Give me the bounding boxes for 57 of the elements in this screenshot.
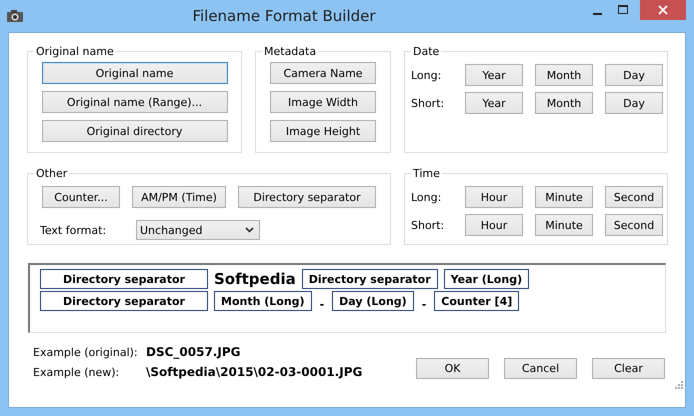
format-button[interactable]: Original name bbox=[42, 62, 228, 84]
camera-icon bbox=[6, 9, 24, 23]
group-title: Original name bbox=[35, 45, 115, 58]
group-title: Time bbox=[412, 167, 441, 180]
close-icon bbox=[658, 5, 668, 15]
resize-grip-icon bbox=[675, 381, 683, 389]
row-label: Short: bbox=[411, 96, 446, 110]
format-button[interactable]: Year bbox=[465, 64, 523, 86]
format-token[interactable]: Directory separator bbox=[302, 269, 438, 289]
example-value: \Softpedia\2015\02-03-0001.JPG bbox=[146, 365, 364, 379]
row-label: Long: bbox=[411, 190, 442, 204]
format-button[interactable]: Minute bbox=[535, 186, 593, 208]
group-title: Metadata bbox=[263, 45, 318, 58]
format-button[interactable]: Month bbox=[535, 64, 593, 86]
dialog-button[interactable]: OK bbox=[416, 358, 489, 379]
separator-text: - bbox=[318, 298, 326, 311]
format-button[interactable]: Directory separator bbox=[238, 186, 376, 208]
format-button[interactable]: Original directory bbox=[42, 120, 228, 142]
format-button[interactable]: Hour bbox=[465, 214, 523, 236]
example-label: Example (new): bbox=[33, 366, 120, 378]
format-button[interactable]: Counter... bbox=[42, 186, 120, 208]
row-label: Short: bbox=[411, 218, 446, 232]
format-button[interactable]: Minute bbox=[535, 214, 593, 236]
chevron-down-icon bbox=[245, 227, 254, 233]
format-button[interactable]: Day bbox=[605, 92, 663, 114]
format-button[interactable]: AM/PM (Time) bbox=[132, 186, 226, 208]
text-format-dropdown[interactable]: Unchanged bbox=[136, 220, 260, 240]
format-button[interactable]: Image Height bbox=[270, 120, 376, 142]
literal-text: Softpedia bbox=[214, 270, 296, 288]
group-title: Date bbox=[412, 45, 440, 58]
format-token[interactable]: Month (Long) bbox=[214, 291, 312, 311]
example-value: DSC_0057.JPG bbox=[146, 345, 242, 359]
format-button[interactable]: Month bbox=[535, 92, 593, 114]
format-button[interactable]: Camera Name bbox=[270, 62, 376, 84]
format-button[interactable]: Year bbox=[465, 92, 523, 114]
format-token[interactable]: Counter [4] bbox=[434, 291, 520, 311]
group-title: Other bbox=[35, 167, 68, 180]
format-token[interactable]: Directory separator bbox=[40, 269, 208, 289]
format-token[interactable]: Year (Long) bbox=[444, 269, 530, 289]
close-button[interactable] bbox=[640, 0, 686, 20]
example-label: Example (original): bbox=[33, 346, 139, 358]
format-token[interactable]: Day (Long) bbox=[332, 291, 414, 311]
separator-text: - bbox=[420, 298, 428, 311]
format-button[interactable]: Original name (Range)... bbox=[42, 91, 228, 113]
dialog-button[interactable]: Clear bbox=[592, 358, 665, 379]
row-label: Long: bbox=[411, 68, 442, 82]
window-title: Filename Format Builder bbox=[191, 7, 377, 25]
format-button[interactable]: Second bbox=[605, 214, 663, 236]
minimize-icon bbox=[592, 12, 602, 14]
format-button[interactable]: Day bbox=[605, 64, 663, 86]
maximize-icon bbox=[618, 5, 628, 15]
format-button[interactable]: Hour bbox=[465, 186, 523, 208]
format-token[interactable]: Directory separator bbox=[40, 291, 208, 311]
format-button[interactable]: Second bbox=[605, 186, 663, 208]
field-label: Text format: bbox=[40, 224, 108, 236]
dialog-button[interactable]: Cancel bbox=[504, 358, 577, 379]
format-button[interactable]: Image Width bbox=[270, 91, 376, 113]
